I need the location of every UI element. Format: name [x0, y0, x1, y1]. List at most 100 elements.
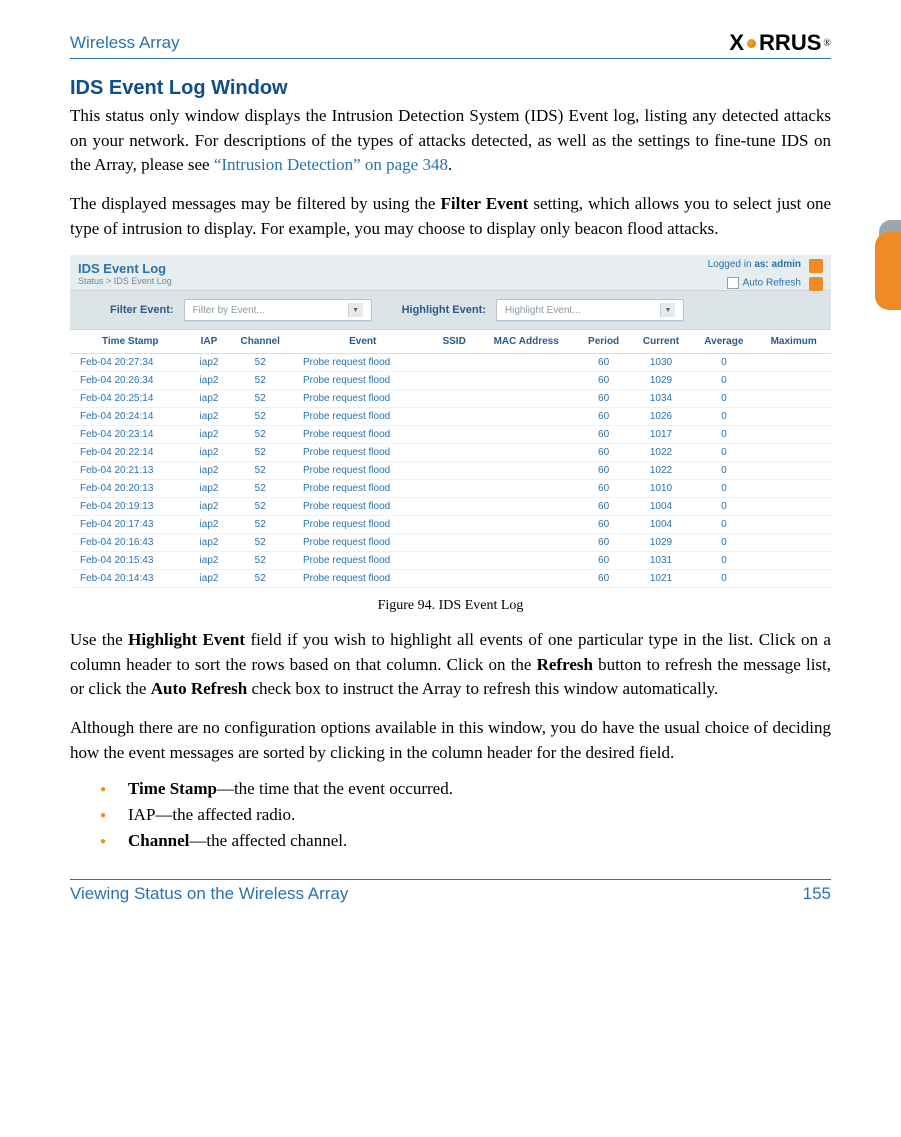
- table-cell: iap2: [190, 390, 227, 408]
- table-cell: [433, 534, 476, 552]
- col-iap[interactable]: IAP: [190, 330, 227, 354]
- table-cell: Feb-04 20:21:13: [70, 462, 190, 480]
- col-current[interactable]: Current: [631, 330, 692, 354]
- list-item: Channel—the affected channel.: [100, 831, 831, 851]
- table-cell: 60: [577, 570, 631, 588]
- table-row: Feb-04 20:14:43iap252Probe request flood…: [70, 570, 831, 588]
- highlight-event-dropdown[interactable]: Highlight Event... ▼: [496, 299, 684, 321]
- chevron-down-icon: ▼: [660, 303, 675, 317]
- table-cell: Probe request flood: [293, 354, 433, 372]
- table-cell: 60: [577, 408, 631, 426]
- table-cell: Probe request flood: [293, 570, 433, 588]
- col-timestamp[interactable]: Time Stamp: [70, 330, 190, 354]
- table-row: Feb-04 20:26:34iap252Probe request flood…: [70, 372, 831, 390]
- paragraph-3: Use the Highlight Event field if you wis…: [70, 628, 831, 702]
- table-cell: [476, 552, 577, 570]
- table-cell: 1030: [631, 354, 692, 372]
- table-cell: 60: [577, 462, 631, 480]
- table-cell: 1022: [631, 462, 692, 480]
- table-cell: 0: [691, 498, 756, 516]
- shot-filter-row: Filter Event: Filter by Event... ▼ Highl…: [70, 290, 831, 330]
- logout-icon[interactable]: [809, 259, 823, 273]
- footer-page-number: 155: [803, 884, 831, 904]
- auto-refresh-label: Auto Refresh: [743, 278, 801, 289]
- refresh-icon[interactable]: [809, 277, 823, 291]
- table-cell: Feb-04 20:14:43: [70, 570, 190, 588]
- auto-refresh-control[interactable]: Auto Refresh: [727, 277, 801, 289]
- bullet-bold: Channel: [128, 831, 189, 850]
- col-ssid[interactable]: SSID: [433, 330, 476, 354]
- table-cell: 1031: [631, 552, 692, 570]
- table-cell: [476, 516, 577, 534]
- figure-caption: Figure 94. IDS Event Log: [70, 598, 831, 614]
- table-cell: 0: [691, 552, 756, 570]
- table-row: Feb-04 20:24:14iap252Probe request flood…: [70, 408, 831, 426]
- table-cell: iap2: [190, 444, 227, 462]
- col-period[interactable]: Period: [577, 330, 631, 354]
- table-cell: 0: [691, 570, 756, 588]
- table-cell: 1017: [631, 426, 692, 444]
- col-channel[interactable]: Channel: [228, 330, 293, 354]
- ids-event-log-screenshot: IDS Event Log Status > IDS Event Log Log…: [70, 255, 831, 588]
- logo: X RRUS ®: [729, 30, 831, 56]
- table-cell: [476, 444, 577, 462]
- para3-bold2: Refresh: [537, 655, 593, 674]
- table-cell: [476, 372, 577, 390]
- table-cell: Probe request flood: [293, 480, 433, 498]
- table-cell: Feb-04 20:19:13: [70, 498, 190, 516]
- shot-logged-user: admin: [772, 259, 801, 270]
- table-cell: [433, 462, 476, 480]
- table-cell: [433, 426, 476, 444]
- table-cell: [756, 354, 831, 372]
- table-cell: Probe request flood: [293, 426, 433, 444]
- intrusion-detection-link[interactable]: “Intrusion Detection” on page 348: [214, 155, 448, 174]
- ids-log-table: Time Stamp IAP Channel Event SSID MAC Ad…: [70, 330, 831, 588]
- table-header-row[interactable]: Time Stamp IAP Channel Event SSID MAC Ad…: [70, 330, 831, 354]
- table-cell: iap2: [190, 354, 227, 372]
- auto-refresh-checkbox[interactable]: [727, 277, 739, 289]
- table-cell: iap2: [190, 372, 227, 390]
- table-cell: [756, 516, 831, 534]
- shot-breadcrumb: Status > IDS Event Log: [78, 276, 823, 286]
- paragraph-4: Although there are no configuration opti…: [70, 716, 831, 765]
- table-cell: 1004: [631, 516, 692, 534]
- field-list: Time Stamp—the time that the event occur…: [70, 779, 831, 851]
- table-cell: [433, 552, 476, 570]
- table-cell: iap2: [190, 480, 227, 498]
- table-cell: 1026: [631, 408, 692, 426]
- shot-logged-as: as:: [754, 259, 771, 270]
- table-cell: Feb-04 20:20:13: [70, 480, 190, 498]
- table-cell: [476, 480, 577, 498]
- table-cell: [476, 426, 577, 444]
- col-mac[interactable]: MAC Address: [476, 330, 577, 354]
- table-cell: Feb-04 20:27:34: [70, 354, 190, 372]
- table-cell: [756, 498, 831, 516]
- col-average[interactable]: Average: [691, 330, 756, 354]
- footer-left: Viewing Status on the Wireless Array: [70, 884, 348, 904]
- para3-bold3: Auto Refresh: [151, 679, 247, 698]
- page-header: Wireless Array X RRUS ®: [70, 30, 831, 59]
- col-maximum[interactable]: Maximum: [756, 330, 831, 354]
- filter-event-label: Filter Event:: [110, 304, 174, 316]
- bullet-rest: IAP—the affected radio.: [128, 805, 295, 824]
- table-cell: Feb-04 20:15:43: [70, 552, 190, 570]
- table-cell: 52: [228, 444, 293, 462]
- table-cell: 1029: [631, 534, 692, 552]
- table-cell: Probe request flood: [293, 408, 433, 426]
- table-cell: 52: [228, 552, 293, 570]
- table-cell: 0: [691, 426, 756, 444]
- col-event[interactable]: Event: [293, 330, 433, 354]
- table-cell: [756, 480, 831, 498]
- table-cell: 52: [228, 354, 293, 372]
- table-cell: 1029: [631, 372, 692, 390]
- table-cell: 52: [228, 390, 293, 408]
- filter-event-dropdown[interactable]: Filter by Event... ▼: [184, 299, 372, 321]
- table-cell: Feb-04 20:23:14: [70, 426, 190, 444]
- table-cell: 0: [691, 354, 756, 372]
- table-cell: 52: [228, 516, 293, 534]
- table-cell: [756, 570, 831, 588]
- table-cell: [433, 480, 476, 498]
- para1-b: .: [448, 155, 452, 174]
- table-cell: [756, 534, 831, 552]
- logo-rest: RRUS: [759, 30, 821, 56]
